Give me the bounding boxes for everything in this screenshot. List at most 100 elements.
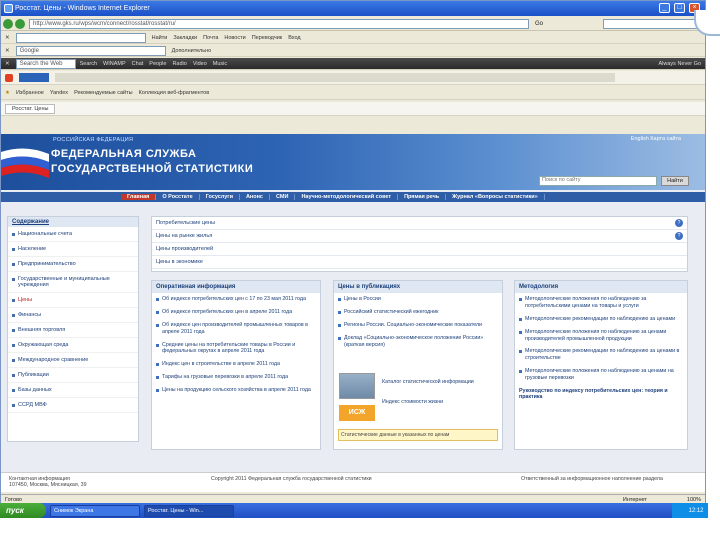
tab-current[interactable]: Росстат. Цены [5, 103, 56, 114]
sidebar-item[interactable]: Внешняя торговля [8, 323, 138, 338]
toolbar-item[interactable]: WINAMP [103, 61, 126, 67]
toolbar-item[interactable]: Chat [132, 61, 144, 67]
star-icon[interactable]: ★ [5, 90, 10, 96]
sidebar-item[interactable]: Государственные и муниципальные учрежден… [8, 272, 138, 293]
pubs-note[interactable]: Статистические данные в указанных по цен… [338, 429, 498, 441]
sidebar-item[interactable]: Базы данных [8, 383, 138, 398]
sidebar-item[interactable]: Окружающая среда [8, 338, 138, 353]
method-item[interactable]: Методологические положения по наблюдению… [515, 365, 687, 385]
news-item[interactable]: Цены на продукцию сельского хозяйства в … [152, 384, 320, 397]
slide-frame [708, 0, 720, 540]
start-button[interactable]: пуск [0, 503, 46, 518]
menu-item[interactable]: Научно-методологический совет [295, 194, 399, 200]
news-item[interactable]: Тарифы на грузовые перевозки в апреле 20… [152, 371, 320, 384]
price-link-row[interactable]: Потребительские цены? [152, 217, 687, 230]
sidebar-item[interactable]: Население [8, 242, 138, 257]
header-title-line2: ГОСУДАРСТВЕННОЙ СТАТИСТИКИ [51, 163, 254, 175]
help-icon[interactable]: ? [675, 232, 683, 240]
price-link-row[interactable]: Цены в экономике [152, 256, 687, 269]
toolbar-item[interactable]: Search [80, 61, 97, 67]
toolbar-item[interactable]: Переводчик [252, 35, 282, 41]
toolbar-item[interactable]: Video [193, 61, 207, 67]
site-search-input[interactable]: Поиск по сайту [539, 176, 657, 186]
go-button[interactable]: Go [535, 21, 543, 27]
language-links[interactable]: English Карта сайта [631, 136, 681, 142]
sidebar-item[interactable]: Финансы [8, 308, 138, 323]
menu-item[interactable]: Прямая речь [398, 194, 447, 200]
news-item[interactable]: Об индексе цен производителей промышленн… [152, 319, 320, 339]
sidebar-item[interactable]: ССРД МВФ [8, 398, 138, 413]
sidebar-item-active[interactable]: Цены [8, 293, 138, 308]
help-icon[interactable]: ? [675, 219, 683, 227]
taskbar-item[interactable]: Снимок Экрана [50, 504, 140, 517]
fav-item[interactable]: Избранное [16, 90, 44, 96]
cost-of-living-text[interactable]: Индекс стоимости жизни [382, 399, 492, 405]
price-link[interactable]: Цены на рынке жилья [156, 233, 212, 239]
publication-thumbnail[interactable] [339, 373, 375, 399]
method-item[interactable]: Методологические рекомендации по наблюде… [515, 345, 687, 365]
method-item[interactable]: Методологические рекомендации по наблюде… [515, 313, 687, 326]
method-item[interactable]: Методологические положения по наблюдению… [515, 326, 687, 346]
fav-item[interactable]: Рекомендуемые сайты [74, 90, 133, 96]
menu-item[interactable]: Журнал «Вопросы статистики» [446, 194, 545, 200]
method-extra[interactable]: Руководство по индексу потребительских ц… [515, 385, 687, 403]
address-bar: http://www.gks.ru/wps/wcm/connect/rossta… [1, 17, 705, 31]
toolbar-close-icon[interactable]: ✕ [5, 35, 10, 41]
fav-item[interactable]: Коллекция веб-фрагментов [139, 90, 210, 96]
footer-responsible[interactable]: Ответственный за информационное наполнен… [521, 476, 671, 482]
sidebar-item[interactable]: Предпринимательство [8, 257, 138, 272]
toolbar-item[interactable]: Закладки [173, 35, 197, 41]
isj-banner[interactable]: ИСЖ [339, 405, 375, 421]
maximize-button[interactable]: □ [674, 3, 685, 13]
toolbar-item[interactable]: Radio [172, 61, 186, 67]
yandex-search-input[interactable] [15, 32, 146, 43]
toolbar-item[interactable]: People [149, 61, 166, 67]
toolbar-close-icon[interactable]: ✕ [5, 48, 10, 54]
forward-icon[interactable] [15, 18, 25, 29]
pub-item[interactable]: Российский статистический ежегодник [334, 306, 502, 319]
mail-logo[interactable] [19, 73, 49, 82]
web-search-input[interactable]: Search the Web [15, 58, 76, 69]
live-search-input[interactable] [603, 18, 703, 29]
url-input[interactable]: http://www.gks.ru/wps/wcm/connect/rossta… [29, 18, 529, 29]
toolbar-item[interactable]: Always Never Go [659, 61, 702, 67]
price-link-row[interactable]: Цены производителей [152, 243, 687, 256]
news-item[interactable]: Об индексе потребительских цен с 17 по 2… [152, 293, 320, 306]
back-icon[interactable] [3, 18, 13, 29]
toolbar-item[interactable]: Дополнительно [172, 48, 212, 54]
toolbar-item[interactable]: Music [213, 61, 227, 67]
menu-item[interactable]: О Росстате [156, 194, 200, 200]
toolbar-item[interactable]: Найти [152, 35, 168, 41]
price-link[interactable]: Потребительские цены [156, 220, 215, 226]
menu-item[interactable]: СМИ [270, 194, 296, 200]
toolbar-close-icon[interactable]: ✕ [5, 61, 10, 67]
menu-item[interactable]: Главная [121, 194, 157, 200]
news-item[interactable]: Средние цены на потребительские товары в… [152, 339, 320, 359]
sidebar-head[interactable]: Содержание [8, 217, 138, 227]
sidebar-item[interactable]: Международное сравнение [8, 353, 138, 368]
sidebar-item[interactable]: Национальные счета [8, 227, 138, 242]
menu-item[interactable]: Анонс [240, 194, 270, 200]
site-search-button[interactable]: Найти [661, 176, 689, 186]
fav-item[interactable]: Yandex [50, 90, 68, 96]
menu-item[interactable]: Госуслуги [200, 194, 240, 200]
footer-contacts[interactable]: Контактная информация 107450, Москва, Мя… [9, 476, 129, 488]
price-link[interactable]: Цены в экономике [156, 259, 203, 265]
sidebar-item[interactable]: Публикации [8, 368, 138, 383]
method-item[interactable]: Методологические положения по наблюдению… [515, 293, 687, 313]
toolbar-item[interactable]: Вход [288, 35, 300, 41]
google-search-input[interactable]: Google [15, 45, 166, 56]
pub-item[interactable]: Доклад «Социально-экономическое положени… [334, 332, 502, 352]
price-link[interactable]: Цены производителей [156, 246, 213, 252]
zoom-level[interactable]: 100% [687, 497, 701, 503]
pub-item[interactable]: Регионы России. Социально-экономические … [334, 319, 502, 332]
toolbar-item[interactable]: Новости [224, 35, 245, 41]
minimize-button[interactable]: _ [659, 3, 670, 13]
taskbar-item-active[interactable]: Росстат. Цены - Win... [144, 504, 234, 517]
price-link-row[interactable]: Цены на рынке жилья? [152, 230, 687, 243]
catalog-banner-text[interactable]: Каталог статистической информации [382, 379, 492, 385]
news-item[interactable]: Об индексе потребительских цен в апреле … [152, 306, 320, 319]
pub-item[interactable]: Цены в России [334, 293, 502, 306]
toolbar-item[interactable]: Почта [203, 35, 218, 41]
news-item[interactable]: Индекс цен в строительстве в апреле 2011… [152, 358, 320, 371]
